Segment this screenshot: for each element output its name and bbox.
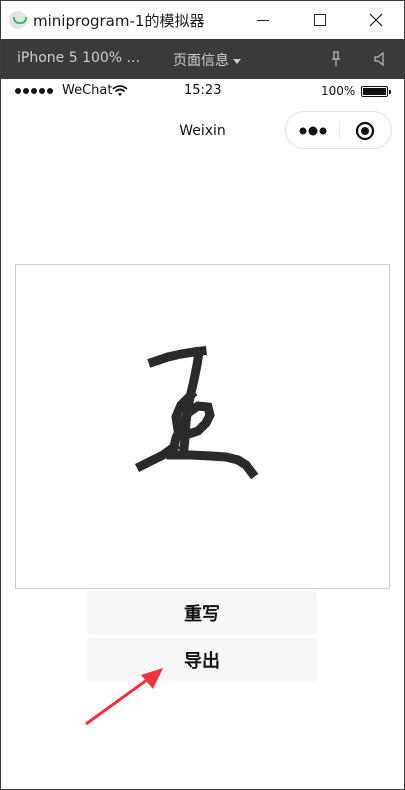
close-icon xyxy=(369,13,383,27)
signature-canvas[interactable] xyxy=(15,264,390,589)
export-button[interactable]: 导出 xyxy=(87,638,317,682)
simulator-toolbar: iPhone 5 100% ... 页面信息 xyxy=(1,39,404,79)
navigation-bar: Weixin xyxy=(1,105,404,153)
signal-icon xyxy=(15,88,53,94)
menu-capsule xyxy=(285,111,392,149)
status-bar: WeChat 15:23 100% xyxy=(1,79,404,105)
speaker-icon[interactable] xyxy=(372,51,388,67)
more-icon[interactable] xyxy=(298,124,328,138)
capsule-divider xyxy=(339,122,340,140)
pin-icon[interactable] xyxy=(329,51,343,67)
page-info-dropdown[interactable]: 页面信息 xyxy=(173,50,241,70)
window-title: miniprogram-1的模拟器 xyxy=(33,12,205,30)
minimize-icon xyxy=(257,19,269,21)
rewrite-button[interactable]: 重写 xyxy=(87,591,317,635)
title-bar: miniprogram-1的模拟器 xyxy=(1,1,404,39)
device-select[interactable]: iPhone 5 100% ... xyxy=(17,50,140,66)
close-miniprogram-icon[interactable] xyxy=(355,121,375,141)
wechat-devtools-icon xyxy=(9,11,27,29)
maximize-button[interactable] xyxy=(291,1,349,39)
handwritten-stroke xyxy=(134,345,259,480)
page-info-label: 页面信息 xyxy=(173,53,229,69)
clock: 15:23 xyxy=(184,83,222,98)
simulator-window: miniprogram-1的模拟器 iPhone 5 100% ... 页面信息… xyxy=(0,0,405,790)
battery-percentage: 100% xyxy=(321,84,356,98)
phone-screen: WeChat 15:23 100% Weixin 重写 导出 xyxy=(1,79,404,789)
wifi-icon xyxy=(112,85,128,96)
minimize-button[interactable] xyxy=(234,1,292,39)
battery-icon xyxy=(361,86,391,97)
carrier-label: WeChat xyxy=(62,83,113,98)
caret-down-icon xyxy=(233,58,241,64)
maximize-icon xyxy=(314,14,326,26)
close-button[interactable] xyxy=(347,1,405,39)
